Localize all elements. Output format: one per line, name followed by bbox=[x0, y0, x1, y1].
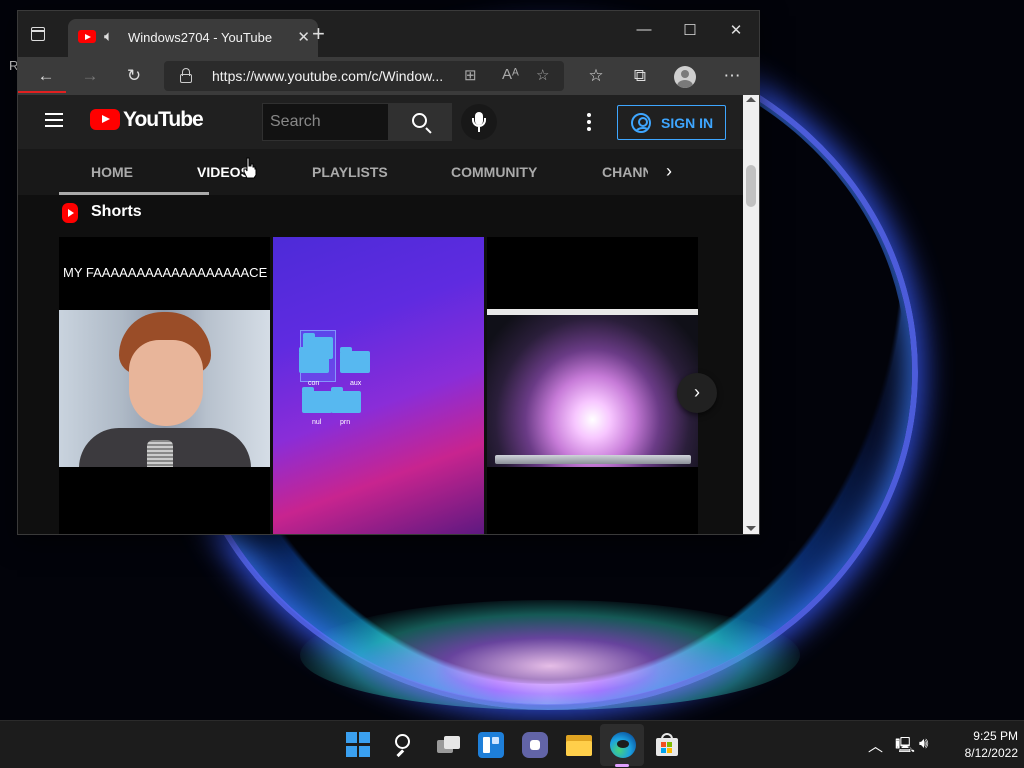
tab-home[interactable]: HOME bbox=[91, 164, 133, 180]
close-window-button[interactable]: ✕ bbox=[724, 21, 748, 39]
maximize-button[interactable]: ☐ bbox=[678, 21, 702, 39]
dock bbox=[495, 455, 691, 464]
tab-channels[interactable]: CHANNELS bbox=[602, 164, 648, 180]
scroll-thumb[interactable] bbox=[746, 165, 756, 207]
tabs-next-chevron-icon[interactable]: › bbox=[666, 161, 672, 182]
profile-avatar[interactable] bbox=[674, 66, 696, 88]
widgets-icon[interactable] bbox=[478, 732, 504, 758]
search-button[interactable] bbox=[388, 103, 452, 141]
clock-date: 8/12/2022 bbox=[964, 746, 1018, 760]
scroll-down-arrow-icon[interactable] bbox=[746, 526, 756, 531]
folder-icon bbox=[331, 387, 361, 413]
app-available-icon[interactable]: ⊞ bbox=[464, 66, 477, 84]
taskbar-search-icon[interactable] bbox=[391, 732, 417, 758]
folder-icon bbox=[299, 347, 329, 373]
url-path: /c/Window... bbox=[367, 68, 444, 84]
file-explorer-icon[interactable] bbox=[566, 732, 592, 758]
youtube-play-icon bbox=[90, 109, 120, 130]
shorts-icon bbox=[62, 203, 78, 223]
shorts-shelf-title: Shorts bbox=[91, 203, 142, 220]
folder-label: nul bbox=[312, 419, 322, 426]
youtube-wordmark: YouTube bbox=[123, 108, 204, 131]
more-menu-icon[interactable]: ⋯ bbox=[720, 65, 744, 87]
voice-search-button[interactable] bbox=[461, 104, 497, 140]
microsoft-store-icon[interactable] bbox=[654, 732, 680, 758]
url-host: https://www.youtube.com bbox=[212, 68, 368, 84]
tab-title: Windows2704 - YouTube bbox=[128, 30, 273, 45]
short-caption: MY FAAAAAAAAAAAAAAAAAACE bbox=[63, 265, 268, 280]
youtube-header: YouTube SIGN IN bbox=[18, 95, 743, 149]
refresh-icon[interactable]: ↻ bbox=[122, 65, 146, 87]
folder-label: con bbox=[308, 380, 320, 387]
edge-running-indicator bbox=[615, 764, 629, 767]
forward-arrow-icon[interactable]: → bbox=[78, 65, 102, 87]
show-hidden-icons-chevron-icon[interactable]: ︿ bbox=[868, 735, 883, 756]
edge-icon[interactable] bbox=[610, 732, 636, 758]
new-tab-button[interactable]: + bbox=[312, 23, 325, 45]
search-icon bbox=[412, 113, 427, 128]
scroll-up-arrow-icon[interactable] bbox=[746, 97, 756, 102]
hamburger-menu-icon[interactable] bbox=[45, 113, 63, 127]
account-icon bbox=[631, 113, 651, 133]
add-favorite-icon[interactable]: ☆ bbox=[536, 66, 549, 84]
tab-actions-icon[interactable] bbox=[28, 24, 48, 44]
youtube-page: YouTube SIGN IN HOME VIDEOS PLAYLISTS CO… bbox=[18, 95, 743, 534]
page-loading-bar bbox=[18, 91, 66, 93]
volume-icon[interactable]: 🔊︎ bbox=[919, 735, 928, 752]
taskbar: ︿ 🖳︎ 🔊︎ 9:25 PM 8/12/2022 bbox=[0, 720, 1024, 768]
folder-label: aux bbox=[350, 380, 362, 387]
wallpaper-bloom-glow bbox=[300, 600, 800, 710]
settings-kebab-icon[interactable] bbox=[587, 113, 591, 134]
chat-icon[interactable] bbox=[522, 732, 548, 758]
active-tab-underline bbox=[59, 192, 209, 195]
short-thumbnail[interactable]: MY FAAAAAAAAAAAAAAAAAACE bbox=[59, 237, 270, 534]
search-input[interactable] bbox=[263, 104, 388, 140]
short-thumbnail[interactable]: con aux nul prn bbox=[273, 237, 484, 534]
short-video-frame bbox=[487, 309, 698, 467]
tab-community[interactable]: COMMUNITY bbox=[451, 164, 537, 180]
shelf-next-chevron-icon[interactable]: › bbox=[677, 373, 717, 413]
hand-cursor-icon bbox=[243, 157, 257, 179]
close-tab-icon[interactable]: ✕ bbox=[297, 28, 310, 46]
channel-tabs: HOME VIDEOS PLAYLISTS COMMUNITY CHANNELS… bbox=[18, 149, 743, 195]
folder-label: prn bbox=[340, 419, 351, 426]
browser-tab-youtube[interactable]: 🔈︎ Windows2704 - YouTube ✕ bbox=[68, 19, 318, 57]
system-clock[interactable]: 9:25 PM 8/12/2022 bbox=[940, 728, 1018, 762]
minimize-button[interactable]: — bbox=[632, 21, 656, 38]
tab-playlists[interactable]: PLAYLISTS bbox=[312, 164, 388, 180]
lock-icon[interactable] bbox=[180, 68, 192, 83]
short-video-frame bbox=[59, 310, 270, 467]
collections-icon[interactable]: ⧉ bbox=[628, 65, 652, 87]
url-text[interactable]: https://www.youtube.com/c/Window... bbox=[212, 68, 443, 84]
clock-time: 9:25 PM bbox=[973, 729, 1018, 743]
folder-icon bbox=[340, 347, 370, 373]
start-button[interactable] bbox=[346, 732, 372, 758]
back-arrow-icon[interactable]: ← bbox=[34, 65, 58, 87]
read-aloud-icon[interactable]: Aᴬ bbox=[502, 66, 519, 83]
search-field[interactable] bbox=[262, 103, 388, 141]
youtube-favicon-icon bbox=[78, 30, 96, 43]
task-view-icon[interactable] bbox=[435, 732, 461, 758]
sign-in-label: SIGN IN bbox=[661, 115, 714, 131]
browser-toolbar: ← → ↻ https://www.youtube.com/c/Window..… bbox=[18, 57, 759, 95]
page-scrollbar[interactable] bbox=[743, 95, 759, 534]
tab-channels-clip: CHANNELS bbox=[602, 149, 648, 195]
favorites-icon[interactable]: ☆ bbox=[584, 65, 608, 87]
network-icon[interactable]: 🖳︎ bbox=[895, 735, 915, 760]
edge-browser-window: 🔈︎ Windows2704 - YouTube ✕ + — ☐ ✕ ← → ↻… bbox=[17, 10, 760, 535]
sign-in-button[interactable]: SIGN IN bbox=[617, 105, 726, 140]
tab-bar: 🔈︎ Windows2704 - YouTube ✕ + — ☐ ✕ bbox=[18, 11, 759, 57]
address-bar[interactable]: https://www.youtube.com/c/Window... ⊞ Aᴬ… bbox=[164, 61, 564, 91]
folder-icon bbox=[302, 387, 332, 413]
speaker-icon[interactable]: 🔈︎ bbox=[104, 28, 113, 45]
short-thumbnail[interactable] bbox=[487, 237, 698, 534]
